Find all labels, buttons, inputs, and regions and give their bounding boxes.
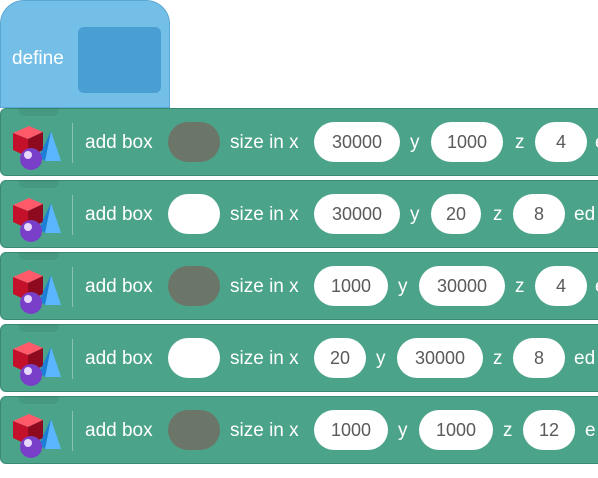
- separator: [72, 267, 73, 307]
- y-label: y: [398, 420, 408, 441]
- y-label: y: [410, 132, 420, 153]
- edge-label: ed: [574, 204, 596, 225]
- size-in-x-label: size in x: [230, 420, 299, 441]
- add-box-label: add box: [85, 132, 153, 153]
- add-box-block[interactable]: add box size in x 1000 y 30000 z 4 e: [0, 252, 598, 320]
- size-in-x-label: size in x: [230, 276, 299, 297]
- block-notch: [19, 108, 59, 116]
- add-box-block[interactable]: add box size in x 30000 y 1000 z 4 e: [0, 108, 598, 176]
- define-label: define: [12, 48, 64, 69]
- add-box-block[interactable]: add box size in x 20 y 30000 z 8 ed: [0, 324, 598, 392]
- y-input[interactable]: 20: [431, 194, 481, 234]
- y-input[interactable]: 30000: [397, 338, 483, 378]
- z-label: z: [515, 132, 525, 153]
- x-input[interactable]: 30000: [314, 194, 400, 234]
- block-notch: [19, 324, 59, 332]
- y-input[interactable]: 1000: [431, 122, 503, 162]
- y-label: y: [398, 276, 408, 297]
- size-in-x-label: size in x: [230, 348, 299, 369]
- 3d-shapes-icon: [13, 342, 61, 386]
- add-box-label: add box: [85, 348, 153, 369]
- z-input[interactable]: 8: [513, 194, 565, 234]
- add-box-label: add box: [85, 204, 153, 225]
- color-input[interactable]: [168, 194, 220, 234]
- z-label: z: [493, 348, 503, 369]
- z-label: z: [515, 276, 525, 297]
- color-input[interactable]: [168, 410, 220, 450]
- y-label: y: [410, 204, 420, 225]
- separator: [72, 339, 73, 379]
- separator: [72, 411, 73, 451]
- define-hat-block[interactable]: define: [0, 0, 170, 108]
- z-input[interactable]: 12: [523, 410, 575, 450]
- z-label: z: [503, 420, 513, 441]
- x-input[interactable]: 1000: [314, 266, 388, 306]
- procedure-prototype[interactable]: [78, 27, 161, 93]
- add-box-block[interactable]: add box size in x 30000 y 20 z 8 ed: [0, 180, 598, 248]
- separator: [72, 195, 73, 235]
- edge-label: ed: [574, 348, 596, 369]
- color-input[interactable]: [168, 266, 220, 306]
- y-label: y: [376, 348, 386, 369]
- 3d-shapes-icon: [13, 270, 61, 314]
- z-label: z: [493, 204, 503, 225]
- x-input[interactable]: 1000: [314, 410, 388, 450]
- y-input[interactable]: 1000: [419, 410, 493, 450]
- y-input[interactable]: 30000: [419, 266, 505, 306]
- size-in-x-label: size in x: [230, 132, 299, 153]
- color-input[interactable]: [168, 338, 220, 378]
- block-notch: [19, 252, 59, 260]
- z-input[interactable]: 4: [535, 122, 587, 162]
- block-notch: [19, 396, 59, 404]
- prototype-notch: [100, 27, 148, 35]
- 3d-shapes-icon: [13, 414, 61, 458]
- x-input[interactable]: 20: [314, 338, 366, 378]
- add-box-block[interactable]: add box size in x 1000 y 1000 z 12 e: [0, 396, 598, 464]
- add-box-label: add box: [85, 276, 153, 297]
- edge-label: e: [585, 420, 596, 441]
- size-in-x-label: size in x: [230, 204, 299, 225]
- color-input[interactable]: [168, 122, 220, 162]
- 3d-shapes-icon: [13, 126, 61, 170]
- separator: [72, 123, 73, 163]
- block-notch: [19, 180, 59, 188]
- z-input[interactable]: 4: [535, 266, 587, 306]
- add-box-label: add box: [85, 420, 153, 441]
- z-input[interactable]: 8: [513, 338, 565, 378]
- 3d-shapes-icon: [13, 198, 61, 242]
- x-input[interactable]: 30000: [314, 122, 400, 162]
